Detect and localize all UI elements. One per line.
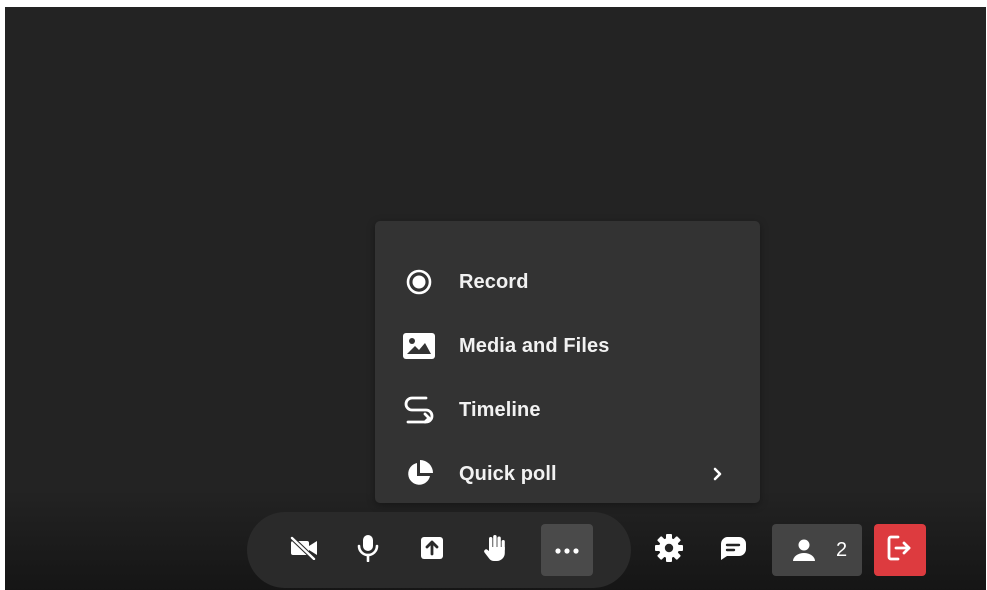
menu-item-label: Record: [459, 270, 529, 293]
toggle-microphone-button[interactable]: [342, 524, 394, 576]
share-screen-icon: [420, 536, 444, 565]
participants-count: 2: [836, 539, 848, 561]
menu-item-label: Timeline: [459, 398, 541, 421]
participants-button[interactable]: 2: [772, 524, 862, 576]
menu-item-label: Media and Files: [459, 334, 610, 357]
video-off-icon: [289, 535, 319, 565]
leave-icon: [887, 535, 913, 566]
menu-item-record[interactable]: Record: [375, 256, 760, 308]
person-icon: [792, 538, 816, 567]
chat-button[interactable]: [707, 524, 759, 576]
settings-button[interactable]: [643, 524, 695, 576]
video-stage: Record Media and Files Timeline Quick po…: [5, 7, 986, 590]
menu-item-timeline[interactable]: Timeline: [375, 384, 760, 436]
menu-item-media-and-files[interactable]: Media and Files: [375, 320, 760, 372]
toggle-camera-button[interactable]: [278, 524, 330, 576]
menu-item-label: Quick poll: [459, 462, 557, 485]
chevron-right-icon: [708, 464, 728, 484]
menu-item-quick-poll[interactable]: Quick poll: [375, 448, 760, 500]
raise-hand-button[interactable]: [470, 524, 522, 576]
image-icon: [401, 328, 437, 364]
call-toolbar: [247, 512, 631, 588]
more-options-icon: [555, 541, 579, 559]
more-options-button[interactable]: [541, 524, 593, 576]
more-options-menu: Record Media and Files Timeline Quick po…: [375, 221, 760, 503]
timeline-icon: [401, 392, 437, 428]
leave-call-button[interactable]: [874, 524, 926, 576]
pie-chart-icon: [401, 456, 437, 492]
chat-icon: [719, 535, 747, 566]
share-screen-button[interactable]: [406, 524, 458, 576]
microphone-icon: [357, 534, 379, 567]
raise-hand-icon: [483, 534, 509, 567]
record-icon: [401, 264, 437, 300]
gear-icon: [654, 533, 684, 568]
